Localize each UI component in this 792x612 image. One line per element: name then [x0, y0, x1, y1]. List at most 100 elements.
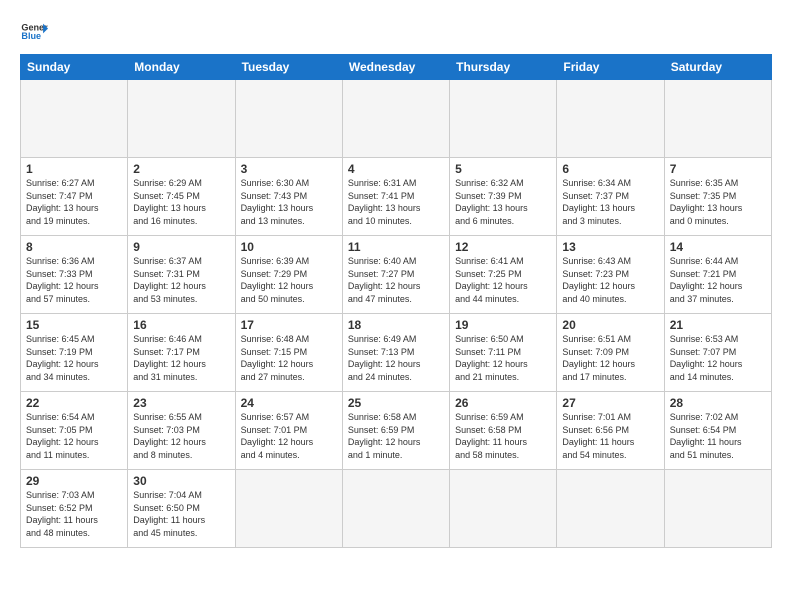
day-number: 29	[26, 474, 122, 488]
day-number: 4	[348, 162, 444, 176]
col-header-sunday: Sunday	[21, 55, 128, 80]
cell-info: Sunrise: 6:59 AMSunset: 6:58 PMDaylight:…	[455, 411, 551, 461]
calendar-cell: 14Sunrise: 6:44 AMSunset: 7:21 PMDayligh…	[664, 236, 771, 314]
calendar-cell: 6Sunrise: 6:34 AMSunset: 7:37 PMDaylight…	[557, 158, 664, 236]
logo-icon: General Blue	[20, 18, 48, 46]
calendar-cell	[557, 80, 664, 158]
day-number: 2	[133, 162, 229, 176]
cell-info: Sunrise: 6:49 AMSunset: 7:13 PMDaylight:…	[348, 333, 444, 383]
day-number: 16	[133, 318, 229, 332]
calendar-cell	[342, 470, 449, 548]
cell-info: Sunrise: 6:51 AMSunset: 7:09 PMDaylight:…	[562, 333, 658, 383]
day-number: 17	[241, 318, 337, 332]
cell-info: Sunrise: 6:29 AMSunset: 7:45 PMDaylight:…	[133, 177, 229, 227]
cell-info: Sunrise: 6:39 AMSunset: 7:29 PMDaylight:…	[241, 255, 337, 305]
cell-info: Sunrise: 6:32 AMSunset: 7:39 PMDaylight:…	[455, 177, 551, 227]
cell-info: Sunrise: 6:37 AMSunset: 7:31 PMDaylight:…	[133, 255, 229, 305]
cell-info: Sunrise: 6:57 AMSunset: 7:01 PMDaylight:…	[241, 411, 337, 461]
calendar-cell: 12Sunrise: 6:41 AMSunset: 7:25 PMDayligh…	[450, 236, 557, 314]
cell-info: Sunrise: 7:04 AMSunset: 6:50 PMDaylight:…	[133, 489, 229, 539]
day-number: 23	[133, 396, 229, 410]
calendar-cell: 26Sunrise: 6:59 AMSunset: 6:58 PMDayligh…	[450, 392, 557, 470]
day-number: 1	[26, 162, 122, 176]
calendar-cell: 7Sunrise: 6:35 AMSunset: 7:35 PMDaylight…	[664, 158, 771, 236]
col-header-tuesday: Tuesday	[235, 55, 342, 80]
day-number: 27	[562, 396, 658, 410]
calendar-cell: 30Sunrise: 7:04 AMSunset: 6:50 PMDayligh…	[128, 470, 235, 548]
calendar-cell: 16Sunrise: 6:46 AMSunset: 7:17 PMDayligh…	[128, 314, 235, 392]
cell-info: Sunrise: 6:54 AMSunset: 7:05 PMDaylight:…	[26, 411, 122, 461]
cell-info: Sunrise: 6:44 AMSunset: 7:21 PMDaylight:…	[670, 255, 766, 305]
day-number: 20	[562, 318, 658, 332]
cell-info: Sunrise: 6:43 AMSunset: 7:23 PMDaylight:…	[562, 255, 658, 305]
cell-info: Sunrise: 6:58 AMSunset: 6:59 PMDaylight:…	[348, 411, 444, 461]
day-number: 22	[26, 396, 122, 410]
calendar-cell: 13Sunrise: 6:43 AMSunset: 7:23 PMDayligh…	[557, 236, 664, 314]
cell-info: Sunrise: 6:55 AMSunset: 7:03 PMDaylight:…	[133, 411, 229, 461]
calendar-cell	[128, 80, 235, 158]
col-header-friday: Friday	[557, 55, 664, 80]
calendar-cell	[664, 470, 771, 548]
day-number: 14	[670, 240, 766, 254]
day-number: 8	[26, 240, 122, 254]
calendar-week-5: 29Sunrise: 7:03 AMSunset: 6:52 PMDayligh…	[21, 470, 772, 548]
calendar-cell: 2Sunrise: 6:29 AMSunset: 7:45 PMDaylight…	[128, 158, 235, 236]
calendar-cell	[235, 470, 342, 548]
day-number: 26	[455, 396, 551, 410]
logo: General Blue	[20, 18, 48, 46]
calendar-cell: 25Sunrise: 6:58 AMSunset: 6:59 PMDayligh…	[342, 392, 449, 470]
calendar-cell: 15Sunrise: 6:45 AMSunset: 7:19 PMDayligh…	[21, 314, 128, 392]
calendar-cell: 17Sunrise: 6:48 AMSunset: 7:15 PMDayligh…	[235, 314, 342, 392]
calendar-cell: 29Sunrise: 7:03 AMSunset: 6:52 PMDayligh…	[21, 470, 128, 548]
calendar-week-1: 1Sunrise: 6:27 AMSunset: 7:47 PMDaylight…	[21, 158, 772, 236]
cell-info: Sunrise: 6:41 AMSunset: 7:25 PMDaylight:…	[455, 255, 551, 305]
day-number: 25	[348, 396, 444, 410]
cell-info: Sunrise: 6:45 AMSunset: 7:19 PMDaylight:…	[26, 333, 122, 383]
day-number: 7	[670, 162, 766, 176]
calendar-week-4: 22Sunrise: 6:54 AMSunset: 7:05 PMDayligh…	[21, 392, 772, 470]
calendar-cell: 11Sunrise: 6:40 AMSunset: 7:27 PMDayligh…	[342, 236, 449, 314]
cell-info: Sunrise: 6:36 AMSunset: 7:33 PMDaylight:…	[26, 255, 122, 305]
cell-info: Sunrise: 6:48 AMSunset: 7:15 PMDaylight:…	[241, 333, 337, 383]
day-number: 3	[241, 162, 337, 176]
calendar-cell: 28Sunrise: 7:02 AMSunset: 6:54 PMDayligh…	[664, 392, 771, 470]
day-number: 13	[562, 240, 658, 254]
cell-info: Sunrise: 6:31 AMSunset: 7:41 PMDaylight:…	[348, 177, 444, 227]
cell-info: Sunrise: 6:35 AMSunset: 7:35 PMDaylight:…	[670, 177, 766, 227]
calendar-week-3: 15Sunrise: 6:45 AMSunset: 7:19 PMDayligh…	[21, 314, 772, 392]
calendar-cell: 8Sunrise: 6:36 AMSunset: 7:33 PMDaylight…	[21, 236, 128, 314]
day-number: 30	[133, 474, 229, 488]
calendar-table: SundayMondayTuesdayWednesdayThursdayFrid…	[20, 54, 772, 548]
day-number: 21	[670, 318, 766, 332]
calendar-cell	[450, 470, 557, 548]
calendar-cell	[557, 470, 664, 548]
day-number: 11	[348, 240, 444, 254]
calendar-cell	[342, 80, 449, 158]
calendar-cell	[664, 80, 771, 158]
day-number: 6	[562, 162, 658, 176]
calendar-cell: 19Sunrise: 6:50 AMSunset: 7:11 PMDayligh…	[450, 314, 557, 392]
calendar-cell: 1Sunrise: 6:27 AMSunset: 7:47 PMDaylight…	[21, 158, 128, 236]
day-number: 10	[241, 240, 337, 254]
calendar-cell	[450, 80, 557, 158]
day-number: 12	[455, 240, 551, 254]
calendar-cell: 27Sunrise: 7:01 AMSunset: 6:56 PMDayligh…	[557, 392, 664, 470]
cell-info: Sunrise: 6:40 AMSunset: 7:27 PMDaylight:…	[348, 255, 444, 305]
calendar-cell: 5Sunrise: 6:32 AMSunset: 7:39 PMDaylight…	[450, 158, 557, 236]
col-header-saturday: Saturday	[664, 55, 771, 80]
day-number: 9	[133, 240, 229, 254]
calendar-cell	[21, 80, 128, 158]
cell-info: Sunrise: 6:50 AMSunset: 7:11 PMDaylight:…	[455, 333, 551, 383]
col-header-monday: Monday	[128, 55, 235, 80]
calendar-cell: 24Sunrise: 6:57 AMSunset: 7:01 PMDayligh…	[235, 392, 342, 470]
day-number: 15	[26, 318, 122, 332]
calendar-cell: 3Sunrise: 6:30 AMSunset: 7:43 PMDaylight…	[235, 158, 342, 236]
cell-info: Sunrise: 7:03 AMSunset: 6:52 PMDaylight:…	[26, 489, 122, 539]
cell-info: Sunrise: 7:02 AMSunset: 6:54 PMDaylight:…	[670, 411, 766, 461]
cell-info: Sunrise: 6:34 AMSunset: 7:37 PMDaylight:…	[562, 177, 658, 227]
svg-text:Blue: Blue	[21, 31, 41, 41]
calendar-cell: 21Sunrise: 6:53 AMSunset: 7:07 PMDayligh…	[664, 314, 771, 392]
day-number: 18	[348, 318, 444, 332]
calendar-week-0	[21, 80, 772, 158]
cell-info: Sunrise: 6:27 AMSunset: 7:47 PMDaylight:…	[26, 177, 122, 227]
